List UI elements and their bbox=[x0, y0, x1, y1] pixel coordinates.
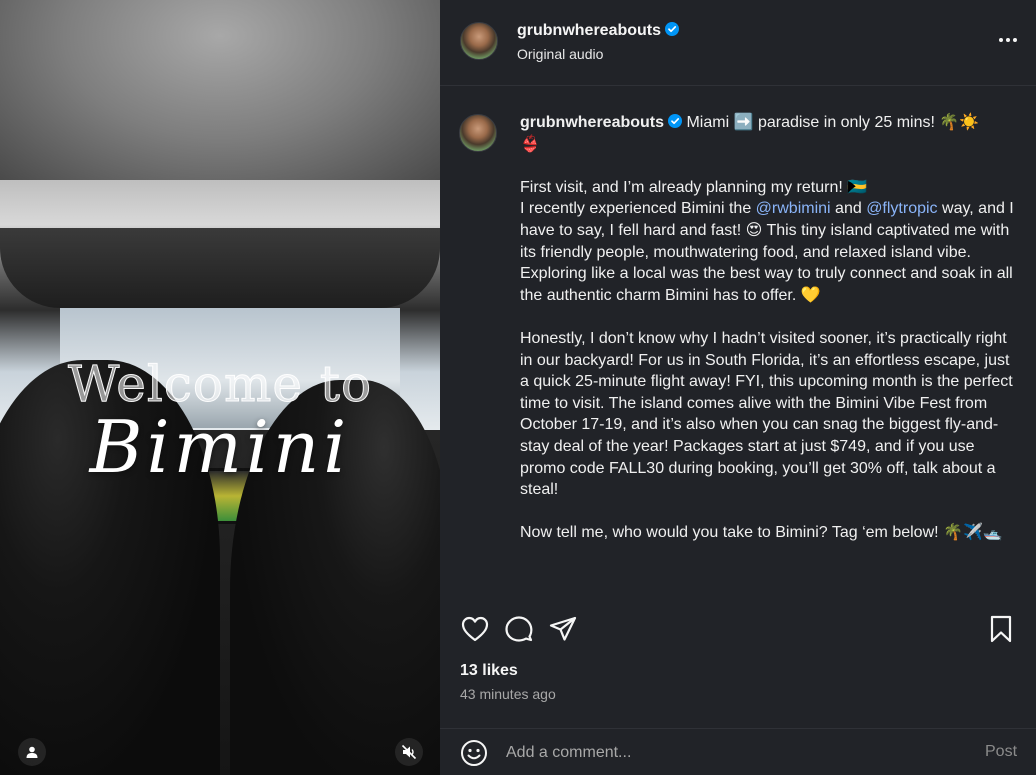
heart-icon bbox=[461, 616, 489, 642]
caption-first-line: grubnwhereabouts Miami ➡️ paradise in on… bbox=[520, 112, 1020, 134]
caption-headline: Miami ➡️ paradise in only 25 mins! 🌴☀️ bbox=[682, 114, 980, 131]
caption-headline-continued: 👙 bbox=[520, 135, 540, 153]
more-options-icon[interactable] bbox=[993, 30, 1023, 50]
author-avatar[interactable] bbox=[460, 22, 498, 60]
verified-badge-icon bbox=[668, 114, 683, 128]
caption-paragraph-2: Honestly, I don’t know why I hadn’t visi… bbox=[520, 329, 1013, 499]
comment-composer: Post bbox=[440, 728, 1036, 775]
save-button[interactable] bbox=[986, 614, 1016, 644]
likes-count[interactable]: 13 likes bbox=[460, 662, 518, 680]
post-timestamp[interactable]: 43 minutes ago bbox=[460, 686, 556, 702]
post-caption: grubnwhereabouts Miami ➡️ paradise in on… bbox=[459, 112, 1020, 544]
caption-paragraph-1a: First visit, and I’m already planning my… bbox=[520, 178, 868, 196]
like-button[interactable] bbox=[460, 614, 490, 644]
author-username-text[interactable]: grubnwhereabouts bbox=[517, 22, 661, 39]
cockpit-ceiling bbox=[0, 0, 440, 180]
video-overlay-script-title: Bimini bbox=[89, 405, 351, 489]
caption-author-avatar[interactable] bbox=[459, 114, 497, 152]
caption-text: I recently experienced Bimini the bbox=[520, 200, 756, 218]
post-header: grubnwhereabouts Original audio bbox=[440, 0, 1036, 86]
post-actions-bar bbox=[440, 608, 1036, 648]
mention-flytropic[interactable]: @flytropic bbox=[866, 200, 937, 217]
audio-label[interactable]: Original audio bbox=[517, 46, 603, 62]
user-tag-icon bbox=[26, 746, 38, 758]
mute-toggle-button[interactable] bbox=[395, 738, 423, 766]
caption-text: and bbox=[830, 200, 867, 218]
tagged-users-button[interactable] bbox=[18, 738, 46, 766]
post-comment-button[interactable]: Post bbox=[985, 743, 1017, 761]
emoji-smile-icon[interactable] bbox=[460, 739, 488, 767]
caption-username-text[interactable]: grubnwhereabouts bbox=[520, 114, 664, 131]
post-side-panel: grubnwhereabouts Original audio grubnwhe… bbox=[440, 0, 1036, 775]
overhead-console bbox=[0, 228, 440, 308]
comment-bubble-icon bbox=[505, 616, 533, 642]
reel-video[interactable]: Welcome to Bimini bbox=[0, 0, 440, 775]
comment-button[interactable] bbox=[504, 614, 534, 644]
share-button[interactable] bbox=[548, 614, 578, 644]
comment-input[interactable] bbox=[506, 741, 956, 765]
author-username[interactable]: grubnwhereabouts bbox=[517, 22, 680, 40]
caption-paragraph-3: Now tell me, who would you take to Bimin… bbox=[520, 524, 1003, 542]
muted-speaker-icon bbox=[401, 744, 417, 760]
caption-username[interactable]: grubnwhereabouts bbox=[520, 114, 683, 131]
mention-rwbimini[interactable]: @rwbimini bbox=[756, 200, 831, 217]
send-icon bbox=[549, 616, 577, 641]
post-viewer: Welcome to Bimini grubnwhereabouts Origi… bbox=[0, 0, 1036, 775]
verified-badge-icon bbox=[665, 22, 680, 36]
caption-paragraph-1b: I recently experienced Bimini the @rwbim… bbox=[520, 198, 1020, 306]
bookmark-icon bbox=[990, 615, 1012, 643]
